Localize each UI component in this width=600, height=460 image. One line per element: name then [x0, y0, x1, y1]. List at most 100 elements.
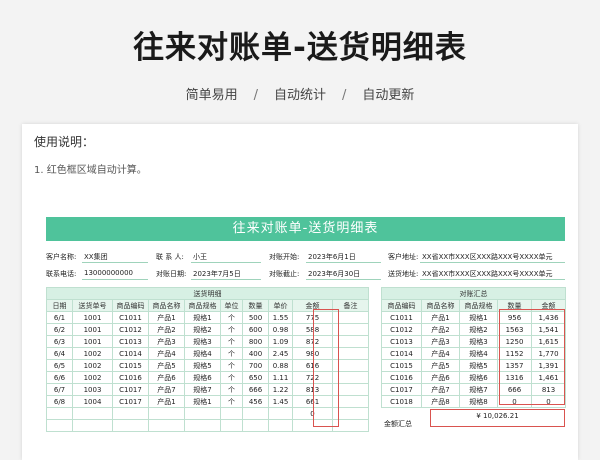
table-cell[interactable]: 500	[242, 311, 269, 324]
table-cell[interactable]	[268, 407, 293, 420]
table-cell[interactable]: 6/2	[46, 323, 73, 336]
table-cell[interactable]: C1012	[112, 323, 149, 336]
table-cell[interactable]: 个	[220, 311, 243, 324]
table-cell[interactable]: 个	[220, 359, 243, 372]
table-cell[interactable]: 1002	[72, 347, 113, 360]
table-cell[interactable]: 个	[220, 323, 243, 336]
table-cell[interactable]: 产品3	[148, 335, 185, 348]
table-cell[interactable]: 产品8	[421, 395, 460, 408]
table-cell[interactable]: 6/4	[46, 347, 73, 360]
end-date-value[interactable]: 2023年6月30日	[308, 269, 360, 279]
table-cell[interactable]: 1.45	[268, 395, 293, 408]
table-cell[interactable]: C1011	[381, 311, 422, 324]
table-cell[interactable]: C1015	[112, 359, 149, 372]
table-cell[interactable]	[46, 407, 73, 420]
table-cell[interactable]: 规格1	[184, 311, 221, 324]
table-cell[interactable]: 个	[220, 347, 243, 360]
table-cell[interactable]: 1001	[72, 335, 113, 348]
table-cell[interactable]: C1017	[112, 395, 149, 408]
table-cell[interactable]: 规格1	[459, 311, 498, 324]
table-cell[interactable]: 规格7	[184, 383, 221, 396]
table-cell[interactable]: 0.88	[268, 359, 293, 372]
table-cell[interactable]: C1014	[381, 347, 422, 360]
table-cell[interactable]: 规格2	[459, 323, 498, 336]
table-cell[interactable]: 产品7	[148, 383, 185, 396]
delivery-address-value[interactable]: XX省XX市XXX区XXX路XXX号XXXX单元	[422, 269, 553, 279]
table-cell[interactable]: 规格3	[184, 335, 221, 348]
table-cell[interactable]: 1.09	[268, 335, 293, 348]
table-cell[interactable]: 600	[242, 323, 269, 336]
table-cell[interactable]: 1.55	[268, 311, 293, 324]
table-cell[interactable]: 产品5	[421, 359, 460, 372]
table-cell[interactable]: 个	[220, 335, 243, 348]
table-cell[interactable]: 1001	[72, 311, 113, 324]
table-cell[interactable]: 1004	[72, 395, 113, 408]
start-date-value[interactable]: 2023年6月1日	[308, 252, 356, 262]
table-cell[interactable]	[220, 407, 243, 420]
table-cell[interactable]: C1017	[381, 383, 422, 396]
table-cell[interactable]: 1002	[72, 359, 113, 372]
table-cell[interactable]: 700	[242, 359, 269, 372]
table-cell[interactable]	[72, 407, 113, 420]
table-cell[interactable]: 产品1	[148, 395, 185, 408]
table-cell[interactable]: 400	[242, 347, 269, 360]
table-cell[interactable]: 6/8	[46, 395, 73, 408]
table-cell[interactable]	[46, 419, 73, 432]
table-cell[interactable]: 产品2	[421, 323, 460, 336]
contact-value[interactable]: 小王	[193, 252, 207, 262]
table-cell[interactable]: 产品5	[148, 359, 185, 372]
table-cell[interactable]: 456	[242, 395, 269, 408]
table-cell[interactable]: 个	[220, 371, 243, 384]
table-cell[interactable]: 产品6	[421, 371, 460, 384]
table-cell[interactable]: 产品7	[421, 383, 460, 396]
table-cell[interactable]: 规格6	[459, 371, 498, 384]
table-cell[interactable]: C1016	[381, 371, 422, 384]
table-cell[interactable]: 6/3	[46, 335, 73, 348]
table-cell[interactable]	[112, 419, 149, 432]
table-cell[interactable]: 6/5	[46, 359, 73, 372]
table-cell[interactable]: 6/1	[46, 311, 73, 324]
table-cell[interactable]: 0.98	[268, 323, 293, 336]
table-cell[interactable]: C1018	[381, 395, 422, 408]
table-cell[interactable]: 规格7	[459, 383, 498, 396]
table-cell[interactable]: 666	[242, 383, 269, 396]
table-cell[interactable]: 规格8	[459, 395, 498, 408]
table-cell[interactable]: C1012	[381, 323, 422, 336]
table-cell[interactable]	[220, 419, 243, 432]
table-cell[interactable]: 6/7	[46, 383, 73, 396]
recon-date-value[interactable]: 2023年7月5日	[193, 269, 241, 279]
table-cell[interactable]: 1002	[72, 371, 113, 384]
table-cell[interactable]	[148, 419, 185, 432]
table-cell[interactable]	[184, 407, 221, 420]
customer-name-value[interactable]: XX集团	[84, 252, 108, 262]
table-cell[interactable]	[112, 407, 149, 420]
table-cell[interactable]: 个	[220, 395, 243, 408]
table-cell[interactable]: 1.11	[268, 371, 293, 384]
table-cell[interactable]: C1013	[381, 335, 422, 348]
table-cell[interactable]: 650	[242, 371, 269, 384]
table-cell[interactable]: C1017	[112, 383, 149, 396]
table-cell[interactable]: 产品6	[148, 371, 185, 384]
table-cell[interactable]: 产品3	[421, 335, 460, 348]
table-cell[interactable]	[184, 419, 221, 432]
table-cell[interactable]	[268, 419, 293, 432]
table-cell[interactable]: 产品2	[148, 323, 185, 336]
table-cell[interactable]	[242, 419, 269, 432]
table-cell[interactable]: 规格1	[184, 395, 221, 408]
table-cell[interactable]: 产品1	[148, 311, 185, 324]
table-cell[interactable]: 规格4	[184, 347, 221, 360]
table-cell[interactable]: C1015	[381, 359, 422, 372]
table-cell[interactable]: 规格4	[459, 347, 498, 360]
table-cell[interactable]	[242, 407, 269, 420]
table-cell[interactable]: C1013	[112, 335, 149, 348]
phone-value[interactable]: 13000000000	[84, 269, 133, 277]
table-cell[interactable]: C1016	[112, 371, 149, 384]
table-cell[interactable]: 规格2	[184, 323, 221, 336]
table-cell[interactable]: 1.22	[268, 383, 293, 396]
customer-address-value[interactable]: XX省XX市XXX区XXX路XXX号XXXX单元	[422, 252, 553, 262]
table-cell[interactable]: 6/6	[46, 371, 73, 384]
table-cell[interactable]: 产品4	[421, 347, 460, 360]
table-cell[interactable]: 规格3	[459, 335, 498, 348]
table-cell[interactable]: 2.45	[268, 347, 293, 360]
table-cell[interactable]: 800	[242, 335, 269, 348]
